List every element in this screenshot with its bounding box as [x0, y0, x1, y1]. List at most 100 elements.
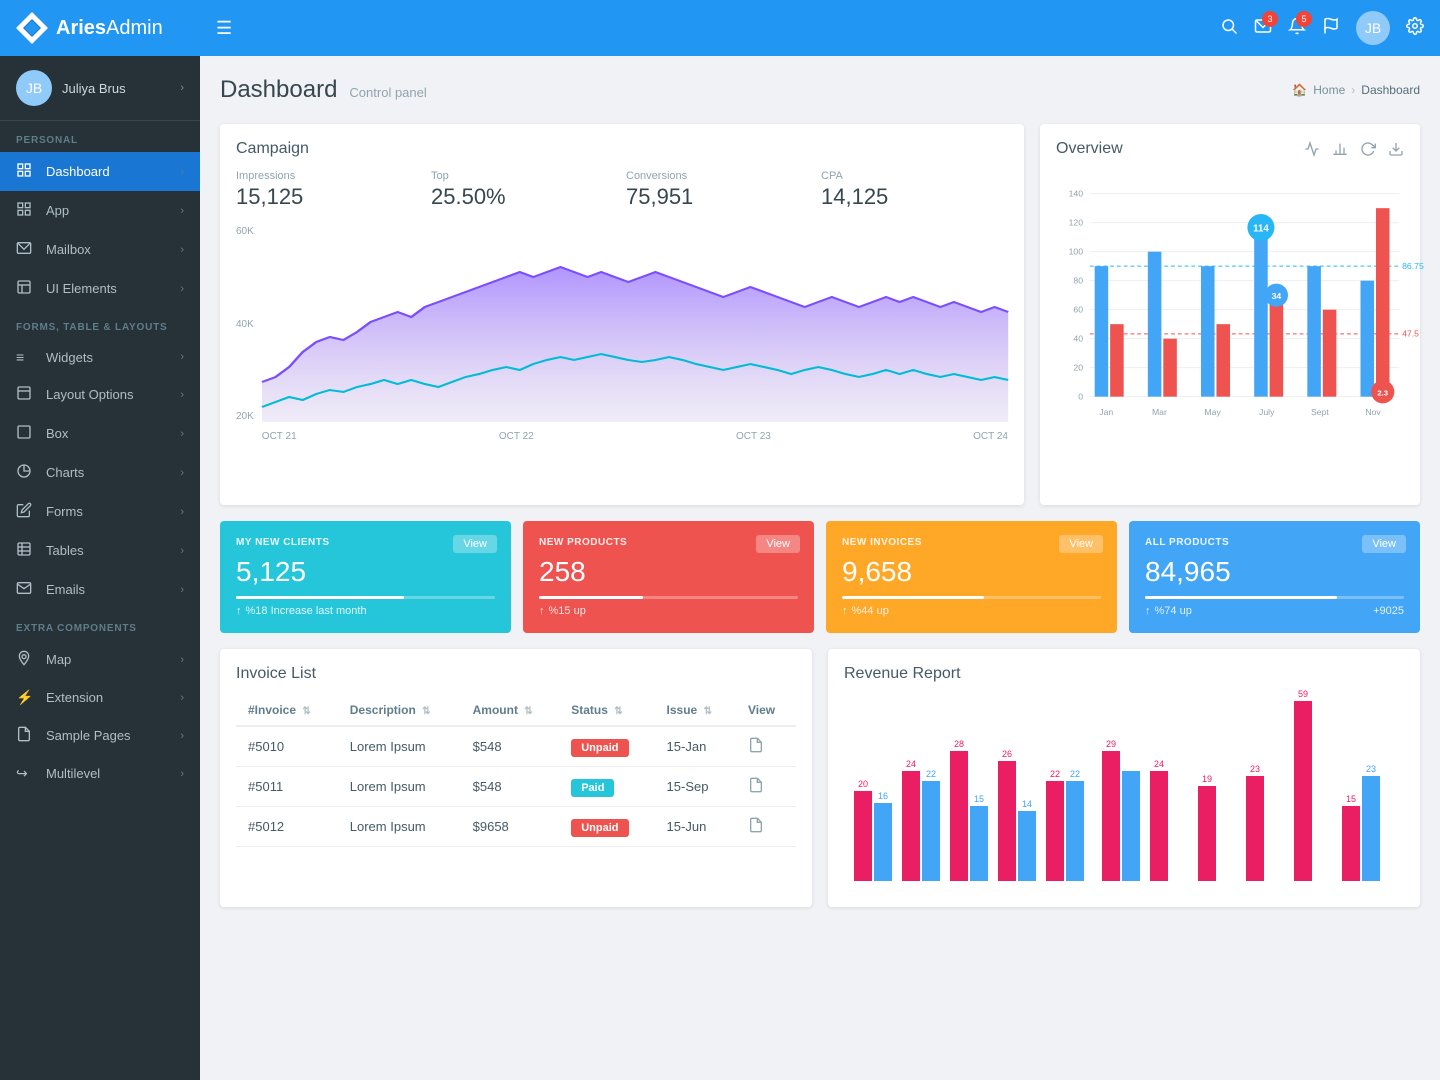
stat-progress-all-products: [1145, 596, 1404, 599]
campaign-metrics: Impressions 15,125 Top 25.50% Conversion…: [236, 170, 1008, 210]
svg-text:May: May: [1204, 407, 1221, 417]
revenue-chart: 20 16 24 22 28 15: [844, 691, 1404, 891]
sidebar-avatar: JB: [16, 70, 52, 106]
metric-value-cpa: 14,125: [821, 184, 1008, 210]
stat-view-btn-new-products[interactable]: View: [756, 535, 800, 553]
breadcrumb-current: Dashboard: [1361, 83, 1420, 97]
sidebar-item-box[interactable]: Box ›: [0, 414, 200, 453]
sort-issue-icon[interactable]: ⇅: [704, 706, 712, 717]
sidebar-item-extension[interactable]: ⚡ Extension ›: [0, 679, 200, 716]
sidebar-label-dashboard: Dashboard: [46, 164, 180, 179]
sidebar-item-emails[interactable]: Emails ›: [0, 570, 200, 609]
email-icon[interactable]: 3: [1254, 17, 1272, 40]
user-avatar[interactable]: JB: [1356, 11, 1390, 45]
metric-value-top: 25.50%: [431, 184, 618, 210]
sidebar-item-multilevel[interactable]: ↪ Multilevel ›: [0, 755, 200, 792]
breadcrumb: 🏠 Home › Dashboard: [1292, 83, 1420, 97]
metric-cpa: CPA 14,125: [821, 170, 1008, 210]
overview-refresh-icon[interactable]: [1360, 141, 1376, 161]
invoice-table-body: #5010 Lorem Ipsum $548 Unpaid 15-Jan #50…: [236, 726, 796, 847]
svg-text:16: 16: [878, 791, 888, 801]
navbar-right: 3 5 JB: [1220, 11, 1424, 45]
sidebar-arrow-app: ›: [180, 205, 184, 217]
sidebar-item-tables[interactable]: Tables ›: [0, 531, 200, 570]
stat-view-btn-new-invoices[interactable]: View: [1059, 535, 1103, 553]
invoice-desc-5011: Lorem Ipsum: [338, 767, 461, 807]
svg-text:100: 100: [1069, 247, 1084, 257]
svg-text:24: 24: [906, 759, 916, 769]
charts-icon: [16, 463, 36, 482]
sidebar-arrow-sample-pages: ›: [180, 730, 184, 742]
breadcrumb-home[interactable]: Home: [1313, 83, 1345, 97]
sidebar-item-forms[interactable]: Forms ›: [0, 492, 200, 531]
svg-text:140: 140: [1069, 189, 1084, 199]
sidebar-user[interactable]: JB Juliya Brus ›: [0, 56, 200, 121]
sidebar-arrow-ui-elements: ›: [180, 283, 184, 295]
sidebar-item-mailbox[interactable]: Mailbox ›: [0, 230, 200, 269]
revenue-report-title: Revenue Report: [844, 665, 961, 683]
stat-view-btn-all-products[interactable]: View: [1362, 535, 1406, 553]
overview-bar-chart-icon[interactable]: [1332, 141, 1348, 161]
sidebar-item-charts[interactable]: Charts ›: [0, 453, 200, 492]
sidebar-user-arrow-icon: ›: [180, 82, 184, 94]
layout-options-icon: [16, 385, 36, 404]
svg-text:80: 80: [1073, 276, 1083, 286]
invoice-list-title: Invoice List: [236, 665, 796, 683]
invoice-view-5012[interactable]: [736, 807, 796, 847]
tables-icon: [16, 541, 36, 560]
metric-label-top: Top: [431, 170, 618, 182]
sidebar-label-emails: Emails: [46, 582, 180, 597]
flag-icon[interactable]: [1322, 17, 1340, 40]
sidebar-item-widgets[interactable]: ≡ Widgets ›: [0, 339, 200, 375]
search-icon[interactable]: [1220, 17, 1238, 40]
brand-logo: AriesAdmin: [16, 12, 216, 44]
sidebar-item-sample-pages[interactable]: Sample Pages ›: [0, 716, 200, 755]
sort-status-icon[interactable]: ⇅: [614, 706, 622, 717]
invoice-view-5011[interactable]: [736, 767, 796, 807]
sort-description-icon[interactable]: ⇅: [422, 706, 430, 717]
metric-impressions: Impressions 15,125: [236, 170, 423, 210]
campaign-chart: 60K 40K 20K: [236, 222, 1008, 442]
sidebar-item-ui-elements[interactable]: UI Elements ›: [0, 269, 200, 308]
bell-icon[interactable]: 5: [1288, 17, 1306, 40]
stat-footer-new-invoices: ↑ %44 up: [842, 605, 1101, 617]
x-label-oct21: OCT 21: [262, 431, 297, 442]
campaign-chart-svg: [262, 222, 1008, 422]
sort-amount-icon[interactable]: ⇅: [524, 706, 532, 717]
app-icon: [16, 201, 36, 220]
sidebar-item-dashboard[interactable]: Dashboard ›: [0, 152, 200, 191]
overview-download-icon[interactable]: [1388, 141, 1404, 161]
main-content: Dashboard Control panel 🏠 Home › Dashboa…: [200, 56, 1440, 1080]
sidebar-arrow-map: ›: [180, 654, 184, 666]
stat-card-new-clients: MY NEW CLIENTS View 5,125 ↑ %18 Increase…: [220, 521, 511, 633]
invoice-view-5010[interactable]: [736, 726, 796, 767]
metric-value-impressions: 15,125: [236, 184, 423, 210]
invoice-table-header-row: #Invoice ⇅ Description ⇅ Amount ⇅: [236, 695, 796, 726]
sort-invoice-icon[interactable]: ⇅: [302, 706, 310, 717]
sidebar-arrow-emails: ›: [180, 584, 184, 596]
stat-view-btn-new-clients[interactable]: View: [453, 535, 497, 553]
sidebar-label-forms: Forms: [46, 504, 180, 519]
sidebar-label-ui-elements: UI Elements: [46, 281, 180, 296]
sidebar-item-app[interactable]: App ›: [0, 191, 200, 230]
main-layout: JB Juliya Brus › PERSONAL Dashboard › Ap…: [0, 56, 1440, 1080]
sidebar-arrow-dashboard: ›: [180, 166, 184, 178]
settings-icon[interactable]: [1406, 17, 1424, 40]
sidebar-section-personal: PERSONAL: [0, 121, 200, 152]
breadcrumb-home-icon: 🏠: [1292, 83, 1307, 97]
sidebar-item-map[interactable]: Map ›: [0, 640, 200, 679]
menu-toggle-icon[interactable]: ☰: [216, 18, 232, 39]
widgets-icon: ≡: [16, 349, 36, 365]
invoice-desc-5012: Lorem Ipsum: [338, 807, 461, 847]
sidebar-label-mailbox: Mailbox: [46, 242, 180, 257]
dashboard-icon: [16, 162, 36, 181]
campaign-title: Campaign: [236, 140, 1008, 158]
stat-progress-bar-new-products: [539, 596, 643, 599]
sidebar-item-layout-options[interactable]: Layout Options ›: [0, 375, 200, 414]
svg-text:86.75: 86.75: [1402, 261, 1424, 271]
overview-line-chart-icon[interactable]: [1304, 141, 1320, 161]
svg-text:40: 40: [1073, 334, 1083, 344]
stat-footer-new-products: ↑ %15 up: [539, 605, 798, 617]
invoice-list-card: Invoice List #Invoice ⇅ Description ⇅: [220, 649, 812, 907]
svg-text:28: 28: [954, 739, 964, 749]
